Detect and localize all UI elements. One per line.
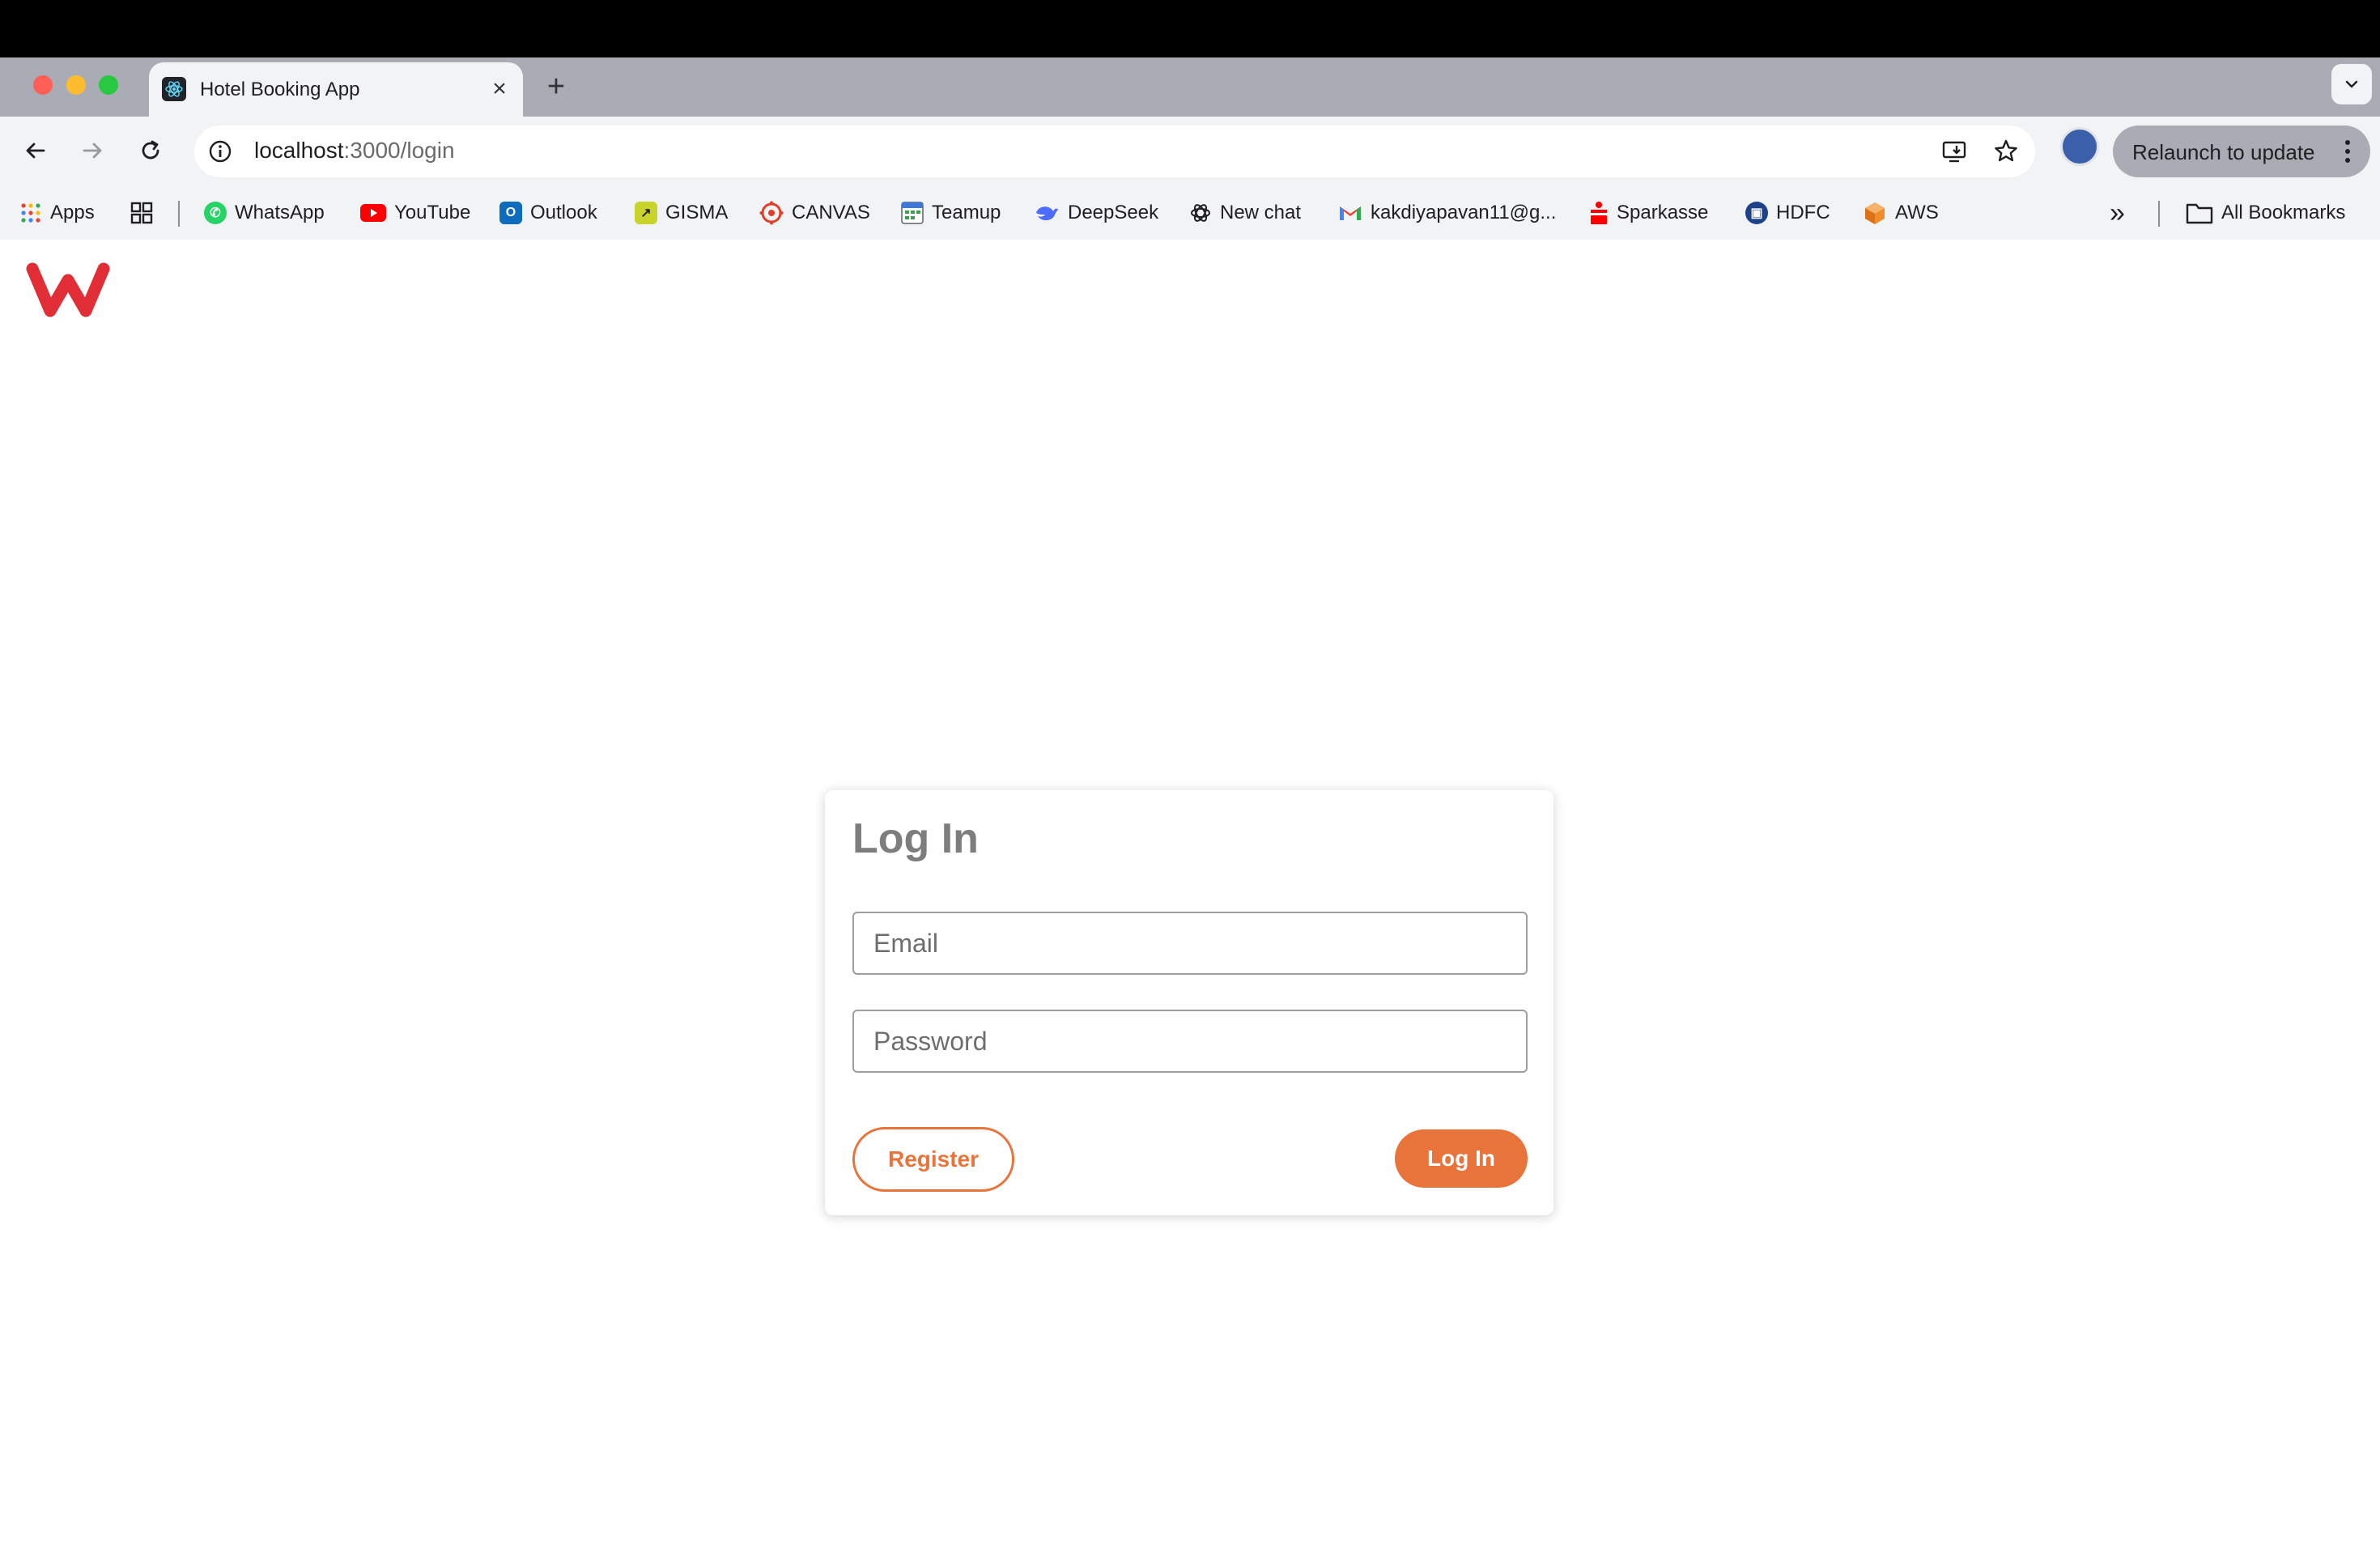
register-button[interactable]: Register — [852, 1127, 1014, 1192]
bookmarks-divider-right — [2158, 201, 2160, 227]
login-title: Log In — [852, 815, 979, 862]
bookmark-star-icon[interactable] — [1990, 135, 2022, 168]
bookmark-aws[interactable]: AWS — [1863, 198, 1939, 228]
relaunch-to-update-button[interactable]: Relaunch to update — [2113, 125, 2370, 177]
hdfc-icon: ▣ — [1745, 202, 1768, 224]
password-field[interactable] — [852, 1010, 1528, 1073]
whatsapp-icon: ✆ — [204, 202, 227, 224]
bookmark-label: Apps — [50, 202, 95, 223]
bookmark-gmail[interactable]: kakdiyapavan11@g... — [1338, 198, 1556, 228]
bookmark-label: New chat — [1220, 202, 1302, 223]
install-app-icon[interactable] — [1938, 135, 1970, 168]
reload-button[interactable] — [130, 130, 172, 172]
gisma-icon: ↗ — [635, 202, 657, 224]
bookmark-label: HDFC — [1776, 202, 1830, 223]
reload-icon — [142, 140, 159, 159]
bookmark-whatsapp[interactable]: ✆ WhatsApp — [204, 198, 325, 228]
forward-button[interactable] — [71, 130, 113, 172]
folder-icon — [2186, 203, 2213, 224]
sparkasse-icon — [1591, 202, 1607, 224]
email-field[interactable] — [852, 912, 1528, 975]
deepseek-icon — [1036, 206, 1058, 221]
bookmark-outlook[interactable]: O Outlook — [499, 198, 597, 228]
bookmarks-overflow-button[interactable]: » — [2110, 198, 2125, 228]
teamup-icon — [901, 202, 924, 224]
outlook-icon: O — [499, 202, 522, 224]
more-menu-icon[interactable] — [2340, 135, 2356, 168]
browser-window: Hotel Booking App × + localhost:3000/log… — [0, 57, 2380, 1548]
bookmark-deepseek[interactable]: DeepSeek — [1034, 198, 1158, 228]
chevron-down-icon — [2345, 80, 2358, 88]
tab-groups-button[interactable] — [130, 198, 154, 228]
youtube-icon — [360, 204, 386, 222]
bookmarks-bar: Apps ✆ WhatsApp YouTube O Outlook ↗ GISM… — [0, 186, 2380, 240]
bookmarks-divider — [178, 201, 180, 227]
bookmark-youtube[interactable]: YouTube — [360, 198, 470, 228]
bookmark-label: YouTube — [394, 202, 471, 223]
login-button[interactable]: Log In — [1395, 1129, 1528, 1188]
canvas-icon — [759, 201, 784, 225]
bookmark-label: kakdiyapavan11@g... — [1371, 202, 1557, 223]
url-text: localhost:3000/login — [254, 138, 455, 164]
bookmark-label: AWS — [1895, 202, 1939, 223]
minimize-window-button[interactable] — [66, 75, 86, 95]
url-host: localhost — [254, 138, 344, 163]
bookmark-label: GISMA — [665, 202, 729, 223]
login-card: Log In Register Log In — [825, 790, 1553, 1215]
bookmark-label: Outlook — [530, 202, 597, 223]
close-window-button[interactable] — [33, 75, 53, 95]
openai-icon — [1191, 204, 1210, 222]
tab-strip: Hotel Booking App × + — [0, 57, 2380, 117]
gmail-icon — [1340, 206, 1361, 220]
tab-title: Hotel Booking App — [200, 79, 360, 100]
maximize-window-button[interactable] — [99, 75, 118, 95]
react-icon — [162, 77, 186, 101]
bookmark-new-chat[interactable]: New chat — [1189, 198, 1301, 228]
bookmark-label: Sparkasse — [1617, 202, 1709, 223]
address-bar[interactable]: localhost:3000/login — [194, 125, 2035, 177]
all-bookmarks-button[interactable]: All Bookmarks — [2186, 198, 2345, 228]
bookmark-label: DeepSeek — [1068, 202, 1159, 223]
screen: Hotel Booking App × + localhost:3000/log… — [0, 0, 2380, 1548]
bookmark-gisma[interactable]: ↗ GISMA — [635, 198, 728, 228]
tab-hotel-booking[interactable]: Hotel Booking App × — [149, 62, 523, 117]
bookmark-sparkasse[interactable]: Sparkasse — [1589, 198, 1708, 228]
back-button[interactable] — [15, 130, 57, 172]
forward-arrow-icon — [83, 142, 102, 159]
new-tab-button[interactable]: + — [538, 69, 574, 104]
tab-close-icon[interactable]: × — [486, 75, 513, 103]
bookmark-canvas[interactable]: CANVAS — [759, 198, 870, 228]
bookmark-label: WhatsApp — [235, 202, 325, 223]
tab-search-button[interactable] — [2331, 64, 2372, 104]
page-content: Log In Register Log In — [0, 240, 2380, 1548]
apps-grid-icon — [21, 203, 40, 223]
bookmark-label: Teamup — [932, 202, 1001, 223]
site-info-icon[interactable] — [204, 135, 236, 168]
tab-groups-icon — [130, 202, 153, 224]
aws-icon — [1865, 202, 1885, 224]
bookmark-hdfc[interactable]: ▣ HDFC — [1745, 198, 1830, 228]
back-arrow-icon — [26, 142, 45, 159]
bookmark-teamup[interactable]: Teamup — [901, 198, 1001, 228]
bookmark-label: CANVAS — [792, 202, 870, 223]
brand-logo-icon[interactable] — [23, 257, 113, 322]
url-path: :3000/login — [343, 138, 455, 163]
all-bookmarks-label: All Bookmarks — [2221, 202, 2346, 223]
profile-avatar[interactable] — [2060, 127, 2099, 166]
relaunch-label: Relaunch to update — [2132, 140, 2315, 164]
bookmark-apps[interactable]: Apps — [19, 198, 95, 228]
